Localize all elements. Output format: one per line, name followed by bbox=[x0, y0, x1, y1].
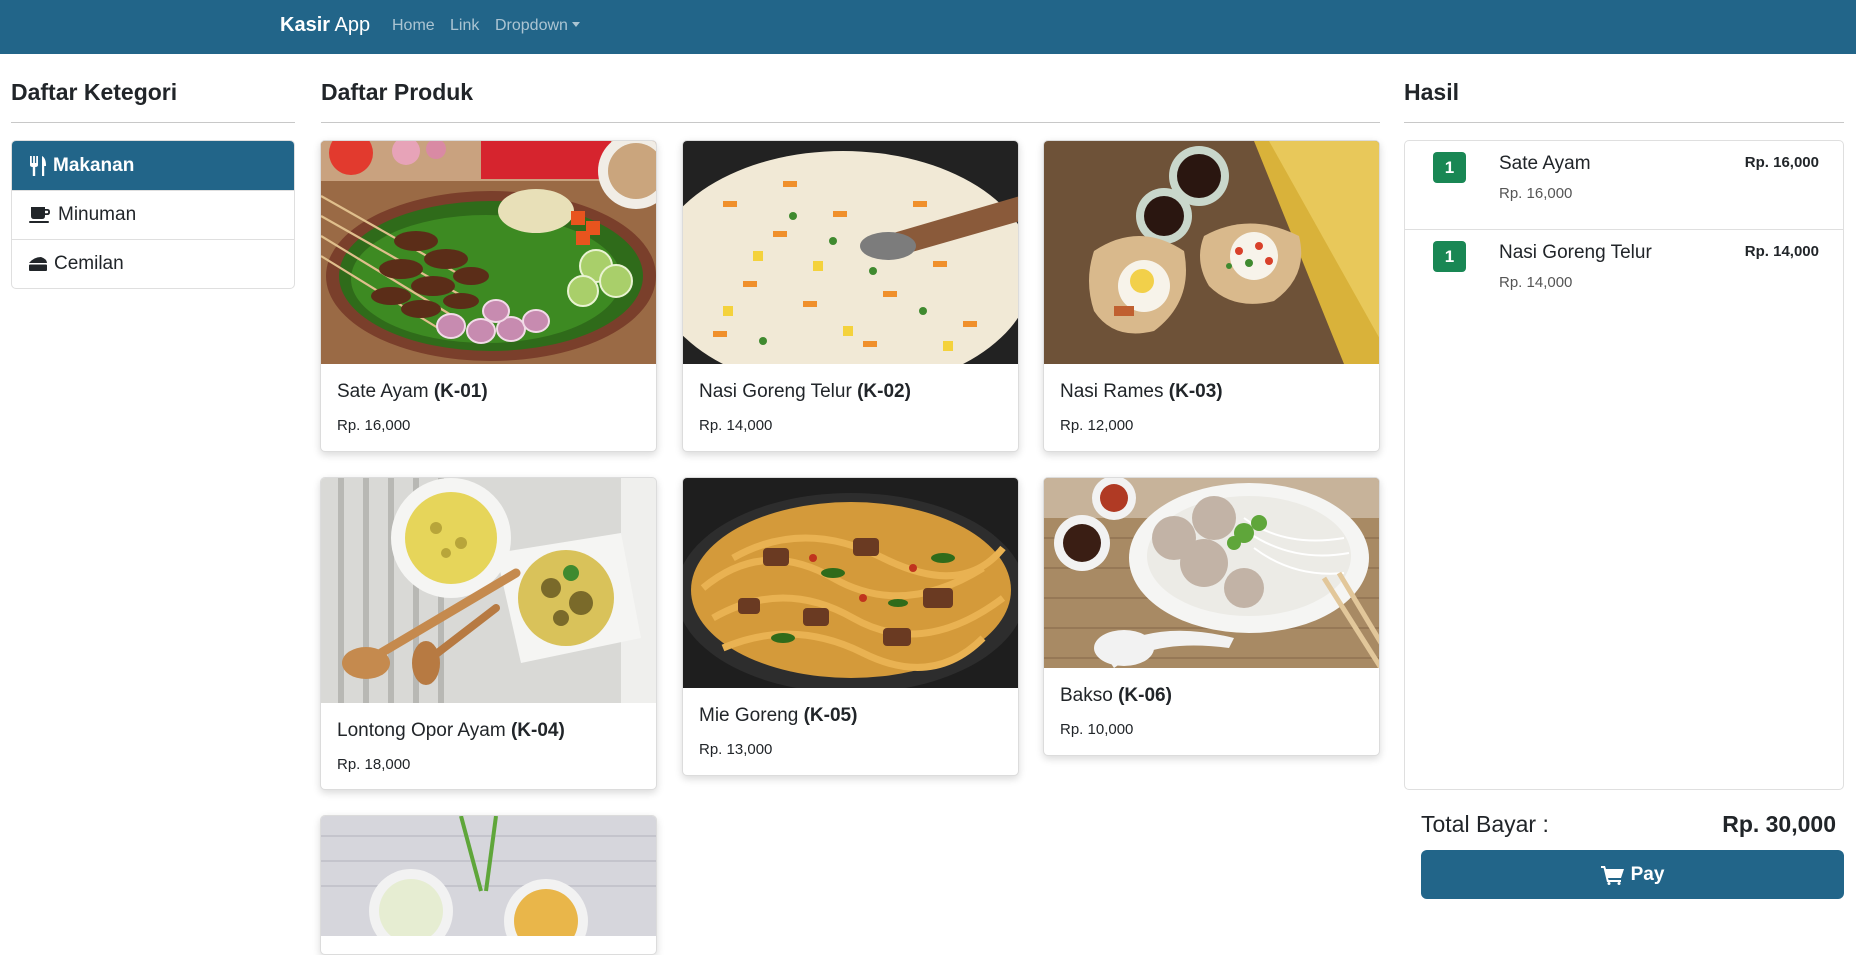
product-card[interactable]: Nasi Rames (K-03) Rp. 12,000 bbox=[1043, 140, 1380, 452]
utensils-icon bbox=[30, 155, 46, 176]
lontong-opor-photo bbox=[321, 478, 656, 703]
bakso-photo bbox=[1044, 478, 1379, 668]
category-item-cemilan[interactable]: Cemilan bbox=[12, 239, 294, 288]
product-card[interactable]: Sate Ayam (K-01) Rp. 16,000 bbox=[320, 140, 657, 452]
product-price: Rp. 12,000 bbox=[1060, 417, 1134, 434]
cart-item[interactable]: 1 Nasi Goreng Telur Rp. 14,000 Rp. 14,00… bbox=[1405, 230, 1843, 319]
product-title: Sate Ayam (K-01) bbox=[337, 381, 488, 402]
cart-item[interactable]: 1 Sate Ayam Rp. 16,000 Rp. 16,000 bbox=[1405, 141, 1843, 230]
product-title: Nasi Goreng Telur (K-02) bbox=[699, 381, 911, 402]
product-card[interactable]: Mie Goreng (K-05) Rp. 13,000 bbox=[682, 477, 1019, 776]
product-title: Mie Goreng (K-05) bbox=[699, 705, 858, 726]
brand-logo[interactable]: Kasir App bbox=[280, 14, 370, 37]
category-label: Makanan bbox=[53, 154, 135, 176]
quantity-badge: 1 bbox=[1433, 152, 1466, 183]
cart-item-name: Sate Ayam bbox=[1499, 153, 1591, 174]
cart-item-price: Rp. 14,000 bbox=[1499, 274, 1573, 291]
pay-button[interactable]: Pay bbox=[1421, 850, 1844, 899]
sate-ayam-photo bbox=[321, 141, 656, 364]
cart-item-price: Rp. 16,000 bbox=[1499, 185, 1573, 202]
cart-item-total: Rp. 14,000 bbox=[1744, 243, 1819, 260]
nav-link-link[interactable]: Link bbox=[450, 17, 479, 35]
category-item-minuman[interactable]: Minuman bbox=[12, 190, 294, 239]
category-item-makanan[interactable]: Makanan bbox=[12, 141, 294, 190]
navbar: Kasir App Home Link Dropdown bbox=[0, 0, 1856, 54]
category-label: Minuman bbox=[58, 204, 137, 225]
total-value: Rp. 30,000 bbox=[1722, 811, 1836, 837]
pay-label: Pay bbox=[1630, 863, 1665, 885]
caret-down-icon bbox=[571, 22, 580, 27]
result-title: Hasil bbox=[1404, 79, 1459, 105]
product-title: Lontong Opor Ayam (K-04) bbox=[337, 720, 565, 741]
divider bbox=[1404, 122, 1844, 123]
cart-list: 1 Sate Ayam Rp. 16,000 Rp. 16,000 1 Nasi… bbox=[1404, 140, 1844, 790]
product-title: Nasi Rames (K-03) bbox=[1060, 381, 1223, 402]
product-card[interactable]: Bakso (K-06) Rp. 10,000 bbox=[1043, 477, 1380, 756]
product-card[interactable] bbox=[320, 815, 657, 955]
categories-title: Daftar Ketegori bbox=[11, 79, 178, 105]
nasi-goreng-photo bbox=[683, 141, 1018, 364]
products-title: Daftar Produk bbox=[321, 79, 474, 105]
nav-dropdown[interactable]: Dropdown bbox=[495, 17, 580, 35]
divider bbox=[321, 122, 1380, 123]
product-card[interactable]: Nasi Goreng Telur (K-02) Rp. 14,000 bbox=[682, 140, 1019, 452]
product-price: Rp. 13,000 bbox=[699, 741, 773, 758]
cart-item-total: Rp. 16,000 bbox=[1744, 154, 1819, 171]
mie-goreng-photo bbox=[683, 478, 1018, 688]
quantity-badge: 1 bbox=[1433, 241, 1466, 272]
total-label: Total Bayar : bbox=[1421, 811, 1549, 837]
category-list: Makanan Minuman Cemilan bbox=[11, 140, 295, 289]
product-card[interactable]: Lontong Opor Ayam (K-04) Rp. 18,000 bbox=[320, 477, 657, 790]
product-price: Rp. 16,000 bbox=[337, 417, 411, 434]
product-price: Rp. 10,000 bbox=[1060, 721, 1134, 738]
cheese-icon bbox=[29, 257, 47, 271]
divider bbox=[11, 122, 295, 123]
product-title: Bakso (K-06) bbox=[1060, 685, 1172, 706]
category-label: Cemilan bbox=[54, 253, 124, 274]
nav-link-home[interactable]: Home bbox=[392, 17, 435, 35]
coffee-icon bbox=[29, 207, 50, 223]
nasi-rames-photo bbox=[1044, 141, 1379, 364]
product-price: Rp. 18,000 bbox=[337, 756, 411, 773]
cart-item-name: Nasi Goreng Telur bbox=[1499, 242, 1652, 263]
cart-icon bbox=[1600, 865, 1624, 885]
partial-photo bbox=[321, 816, 656, 936]
product-price: Rp. 14,000 bbox=[699, 417, 773, 434]
